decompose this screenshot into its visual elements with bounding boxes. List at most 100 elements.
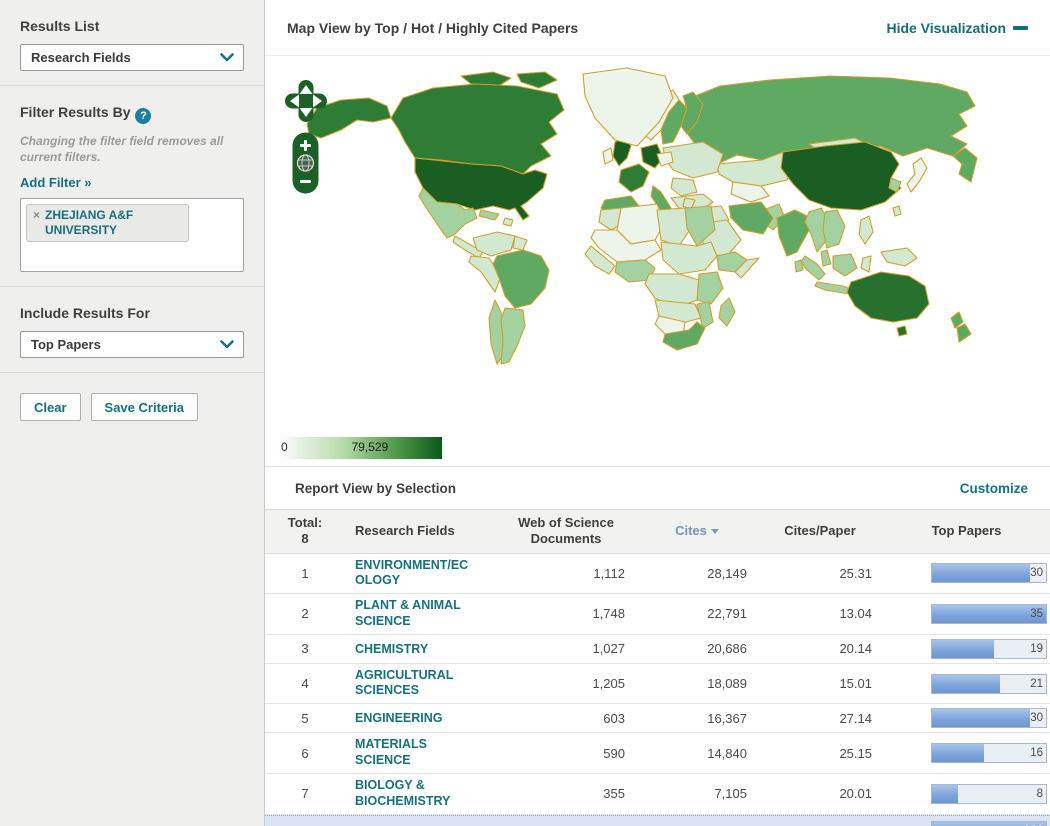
report-header: Report View by Selection Customize [265,466,1050,509]
top-papers-bar-fill [932,674,1001,693]
chevron-down-icon [220,53,234,62]
column-header-research-fields[interactable]: Research Fields [345,518,495,544]
filter-hint-text: Changing the filter field removes all cu… [20,134,224,165]
top-papers-bar-fill [932,744,985,763]
results-list-selected-value: Research Fields [31,50,131,65]
results-list-title: Results List [20,18,100,34]
map-color-legend: 0 79,529 [278,437,442,459]
row-wos-documents: 603 [603,710,625,726]
row-wos-documents: 1,748 [592,606,625,622]
table-row[interactable]: 3 CHEMISTRY 1,027 20,686 20.14 19 [265,635,1050,664]
research-field-link[interactable]: CHEMISTRY [355,642,428,658]
top-papers-value: 30 [1030,567,1043,580]
row-cites-per-paper: 20.14 [839,641,872,657]
table-row[interactable]: 4 AGRICULTURAL SCIENCES 1,205 18,089 15.… [265,664,1050,705]
map-region-africa[interactable] [584,203,760,351]
map-controls [283,78,329,194]
row-rank: 7 [301,786,309,802]
add-filter-link[interactable]: Add Filter » [20,175,92,190]
research-field-link[interactable]: ENVIRONMENT/ECOLOGY [355,558,477,589]
map-pan-control[interactable] [283,78,329,124]
research-field-link[interactable]: BIOLOGY & BIOCHEMISTRY [355,778,477,809]
customize-link[interactable]: Customize [960,481,1028,496]
total-count: Total: 8 [287,515,323,547]
top-papers-bar: 16 [931,743,1047,764]
row-cites: 7,105 [714,786,747,802]
legend-min-value: 0 [281,440,288,454]
remove-filter-icon[interactable]: × [33,208,40,223]
row-cites: 16,367 [707,710,747,726]
results-list-select[interactable]: Research Fields [20,44,244,71]
include-results-title: Include Results For [20,305,150,322]
top-papers-bar: 30 [931,563,1047,584]
table-row[interactable]: 5 ENGINEERING 603 16,367 27.14 30 [265,704,1050,734]
top-papers-bar: 35 [931,603,1047,624]
table-header-row: Total: 8 Research Fields Web of Science … [265,509,1050,554]
save-criteria-button[interactable]: Save Criteria [90,393,199,422]
top-papers-bar-fill [932,709,1031,728]
table-row[interactable]: 6 MATERIALS SCIENCE 590 14,840 25.15 16 [265,733,1050,774]
top-papers-bar-fill [932,564,1031,583]
row-wos-documents: 590 [603,745,625,761]
sidebar: Results List Research Fields Filter Resu… [0,0,265,826]
row-wos-documents: 1,112 [593,565,625,581]
row-cites-per-paper: 15.01 [839,676,872,692]
globe-icon [296,154,315,172]
map-zoom-control[interactable] [292,132,319,194]
row-cites: 14,840 [707,745,747,761]
column-header-wos-documents[interactable]: Web of Science Documents [495,510,637,553]
top-papers-bar: 8 [931,783,1047,804]
column-header-cites-per-paper[interactable]: Cites/Paper [757,518,883,544]
filter-tag[interactable]: × ZHEJIANG A&F UNIVERSITY [26,204,190,243]
research-field-link[interactable]: MATERIALS SCIENCE [355,737,477,768]
esi-app: Results List Research Fields Filter Resu… [0,0,1050,826]
table-row[interactable]: 0 ALL FIELDS 8,389 152,555 18.19 181 [265,814,1050,826]
clear-button[interactable]: Clear [20,393,81,422]
column-header-top-papers[interactable]: Top Papers [883,518,1050,544]
map-visualization[interactable]: 0 79,529 [265,56,1050,466]
row-rank: 2 [301,606,309,622]
include-results-select[interactable]: Top Papers [20,331,244,359]
row-rank: 3 [301,641,309,657]
research-field-link[interactable]: PLANT & ANIMAL SCIENCE [355,598,477,629]
top-papers-value: 8 [1036,787,1043,800]
map-region-oceania[interactable] [846,271,972,343]
column-header-cites-sorted[interactable]: Cites [637,518,757,544]
row-cites-per-paper: 20.01 [839,786,872,802]
top-papers-value: 21 [1030,677,1043,690]
filter-results-title: Filter Results By? [20,86,244,124]
row-wos-documents: 1,027 [592,641,625,657]
help-icon[interactable]: ? [135,108,152,124]
filter-tag-label: ZHEJIANG A&F UNIVERSITY [45,208,134,237]
top-papers-value: 19 [1030,642,1043,655]
row-cites: 22,791 [707,606,747,622]
row-cites-per-paper: 27.14 [839,710,872,726]
report-table-body: 1 ENVIRONMENT/ECOLOGY 1,112 28,149 25.31… [265,554,1050,826]
top-papers-bar-fill [932,604,1046,623]
sort-descending-icon [710,529,719,535]
top-papers-value: 30 [1030,712,1043,725]
map-region-south-america[interactable] [468,231,550,365]
active-filters-box: × ZHEJIANG A&F UNIVERSITY [20,198,244,273]
top-papers-value: 16 [1030,747,1043,760]
row-cites-per-paper: 13.04 [839,606,872,622]
hide-visualization-link[interactable]: Hide Visualization [886,20,1028,36]
top-papers-bar-fill [932,639,994,658]
research-field-link[interactable]: ENGINEERING [355,711,443,727]
row-cites: 28,149 [707,565,747,581]
legend-max-value: 79,529 [351,440,389,454]
top-papers-bar: 19 [931,638,1047,659]
top-papers-bar: 21 [931,673,1047,694]
table-row[interactable]: 1 ENVIRONMENT/ECOLOGY 1,112 28,149 25.31… [265,554,1050,595]
row-cites: 20,686 [707,641,747,657]
research-field-link[interactable]: AGRICULTURAL SCIENCES [355,668,477,699]
world-choropleth-map[interactable] [265,60,1025,432]
top-papers-bar: 181 [931,820,1047,826]
table-row[interactable]: 7 BIOLOGY & BIOCHEMISTRY 355 7,105 20.01… [265,774,1050,815]
row-cites: 18,089 [707,676,747,692]
row-cites-per-paper: 25.15 [839,745,872,761]
row-rank: 4 [301,676,309,692]
table-row[interactable]: 2 PLANT & ANIMAL SCIENCE 1,748 22,791 13… [265,594,1050,635]
row-wos-documents: 355 [603,786,625,802]
main-content: Map View by Top / Hot / Highly Cited Pap… [265,0,1050,826]
